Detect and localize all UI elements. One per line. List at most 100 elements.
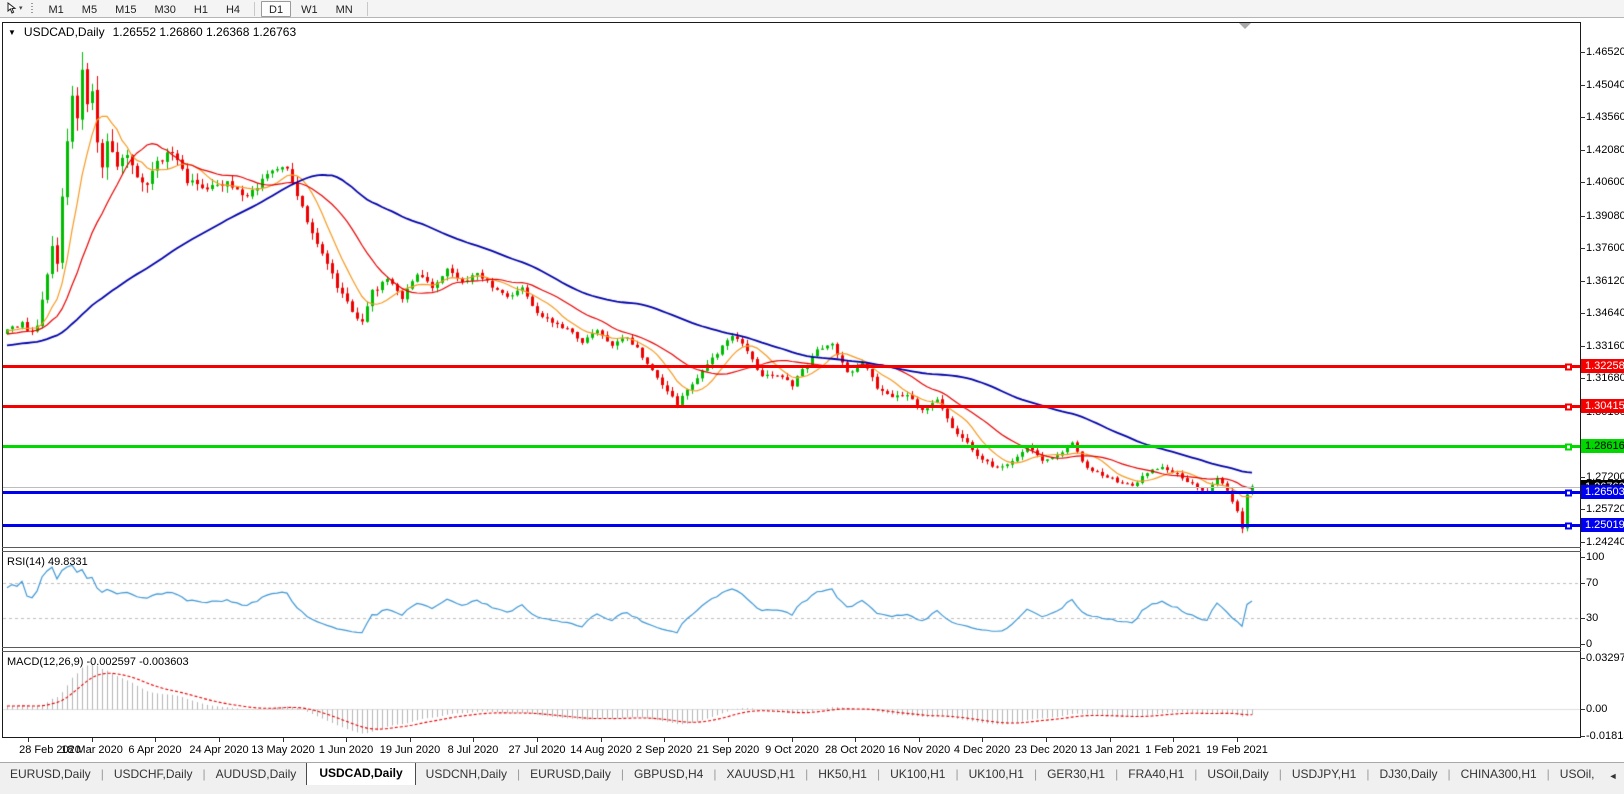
time-axis-tick: [537, 738, 538, 742]
tab-usdcad-daily[interactable]: USDCAD,Daily: [306, 763, 416, 785]
price-badge-1.25019: 1.25019: [1581, 518, 1624, 532]
line-handle[interactable]: [1565, 489, 1572, 496]
tab-usdjpy-h1[interactable]: USDJPY,H1: [1282, 764, 1366, 785]
chart-title: ▼ USDCAD,Daily 1.26552 1.26860 1.26368 1…: [8, 25, 296, 39]
line-handle[interactable]: [1565, 403, 1572, 410]
price-axis-tick: [1580, 557, 1585, 558]
time-axis-tick: [728, 738, 729, 742]
price-badge-1.32258: 1.32258: [1581, 359, 1624, 373]
time-axis-tick: [28, 738, 29, 742]
tab-usoil-daily[interactable]: USOil,Daily: [1197, 764, 1278, 785]
time-axis-tick: [919, 738, 920, 742]
time-axis-label: 24 Apr 2020: [189, 744, 249, 756]
chart-canvas[interactable]: [0, 0, 1624, 794]
price-axis-label: 1.45040: [1586, 79, 1624, 91]
price-axis-label: 1.40600: [1586, 176, 1624, 188]
tab-eurusd-daily[interactable]: EURUSD,Daily: [520, 764, 621, 785]
price-axis-label: -0.018154: [1586, 730, 1624, 742]
tab-scroll-left-button[interactable]: ◄: [1608, 771, 1617, 781]
time-axis-tick: [1046, 738, 1047, 742]
tab-dj30-daily[interactable]: DJ30,Daily: [1369, 764, 1447, 785]
price-axis-label: 1.37600: [1586, 242, 1624, 254]
tab-ger30-h1[interactable]: GER30,H1: [1037, 764, 1115, 785]
tab-usoil-[interactable]: USOil,: [1550, 764, 1605, 785]
price-axis-tick: [1580, 542, 1585, 543]
time-axis-label: 21 Sep 2020: [696, 744, 760, 756]
price-axis-tick: [1580, 477, 1585, 478]
price-axis-label: 1.24240: [1586, 536, 1624, 548]
tab-fra40-h1[interactable]: FRA40,H1: [1118, 764, 1194, 785]
tab-gbpusd-h4[interactable]: GBPUSD,H4: [624, 764, 713, 785]
panel-splitter-2[interactable]: [2, 647, 1581, 648]
price-badge-1.28616: 1.28616: [1581, 439, 1624, 453]
line-handle[interactable]: [1565, 443, 1572, 450]
time-axis-tick: [473, 738, 474, 742]
price-axis-tick: [1580, 736, 1585, 737]
panel-splitter[interactable]: [2, 551, 1581, 552]
price-badge-1.26503: 1.26503: [1581, 485, 1624, 499]
tab-usdchf-daily[interactable]: USDCHF,Daily: [104, 764, 203, 785]
time-axis-label: 8 Jul 2020: [447, 744, 499, 756]
price-axis-tick: [1580, 117, 1585, 118]
time-axis-tick: [410, 738, 411, 742]
price-axis-label: 1.31680: [1586, 372, 1624, 384]
time-axis-tick: [601, 738, 602, 742]
tab-eurusd-daily[interactable]: EURUSD,Daily: [0, 764, 101, 785]
symbol-tab-bar: EURUSD,Daily | USDCHF,Daily | AUDUSD,Daily US…: [0, 762, 1624, 785]
price-axis-label: 70: [1586, 577, 1599, 589]
price-axis-label: 1.39080: [1586, 210, 1624, 222]
chart-symbol-label: USDCAD,Daily: [23, 25, 105, 39]
horizontal-line-1.32258[interactable]: [3, 363, 1580, 370]
rsi-label: RSI(14) 49.8331: [7, 556, 88, 568]
price-axis-tick: [1580, 583, 1585, 584]
time-axis-label: 2 Sep 2020: [635, 744, 693, 756]
price-axis-label: 1.42080: [1586, 144, 1624, 156]
tab-audusd-daily[interactable]: AUDUSD,Daily: [206, 764, 307, 785]
time-axis-tick: [1237, 738, 1238, 742]
price-axis-label: 1.33160: [1586, 340, 1624, 352]
time-axis-tick: [219, 738, 220, 742]
tab-usdcnh-daily[interactable]: USDCNH,Daily: [416, 764, 517, 785]
time-axis-label: 18 Mar 2020: [61, 744, 123, 756]
time-axis-label: 27 Jul 2020: [508, 744, 566, 756]
horizontal-line-1.26503[interactable]: [3, 489, 1580, 496]
time-axis-label: 9 Oct 2020: [765, 744, 819, 756]
time-axis-label: 1 Jun 2020: [318, 744, 374, 756]
price-axis-tick: [1580, 313, 1585, 314]
price-badge-1.30415: 1.30415: [1581, 399, 1624, 413]
price-axis-tick: [1580, 658, 1585, 659]
price-axis-tick: [1580, 509, 1585, 510]
time-axis-tick: [155, 738, 156, 742]
line-handle[interactable]: [1565, 363, 1572, 370]
window-drag-marker-icon[interactable]: [1239, 23, 1251, 29]
tab-hk50-h1[interactable]: HK50,H1: [808, 764, 877, 785]
price-axis-tick: [1580, 618, 1585, 619]
tab-uk100-h1[interactable]: UK100,H1: [959, 764, 1034, 785]
horizontal-line-1.25019[interactable]: [3, 522, 1580, 529]
time-axis-label: 19 Jun 2020: [379, 744, 441, 756]
horizontal-line-1.30415[interactable]: [3, 403, 1580, 410]
price-axis-label: 0.032972: [1586, 652, 1624, 664]
time-axis-label: 1 Feb 2021: [1145, 744, 1201, 756]
time-axis-tick: [1173, 738, 1174, 742]
line-handle[interactable]: [1565, 522, 1572, 529]
price-axis-label: 0.00: [1586, 703, 1608, 715]
price-axis-tick: [1580, 644, 1585, 645]
price-axis-tick: [1580, 182, 1585, 183]
panel-splitter[interactable]: [2, 547, 1581, 548]
time-axis-tick: [855, 738, 856, 742]
price-axis-tick: [1580, 216, 1585, 217]
time-axis-label: 16 Nov 2020: [887, 744, 951, 756]
price-axis-tick: [1580, 378, 1585, 379]
chart-menu-icon[interactable]: ▼: [8, 28, 16, 37]
horizontal-line-1.28616[interactable]: [3, 443, 1580, 450]
tab-uk100-h1[interactable]: UK100,H1: [880, 764, 955, 785]
tab-china300-h1[interactable]: CHINA300,H1: [1451, 764, 1547, 785]
price-axis-label: 1.25720: [1586, 503, 1624, 515]
tab-xauusd-h1[interactable]: XAUUSD,H1: [716, 764, 805, 785]
panel-splitter-2[interactable]: [2, 651, 1581, 652]
macd-label: MACD(12,26,9) -0.002597 -0.003603: [7, 656, 189, 668]
price-axis-label: 1.43560: [1586, 111, 1624, 123]
price-axis-tick: [1580, 346, 1585, 347]
time-axis-tick: [1110, 738, 1111, 742]
